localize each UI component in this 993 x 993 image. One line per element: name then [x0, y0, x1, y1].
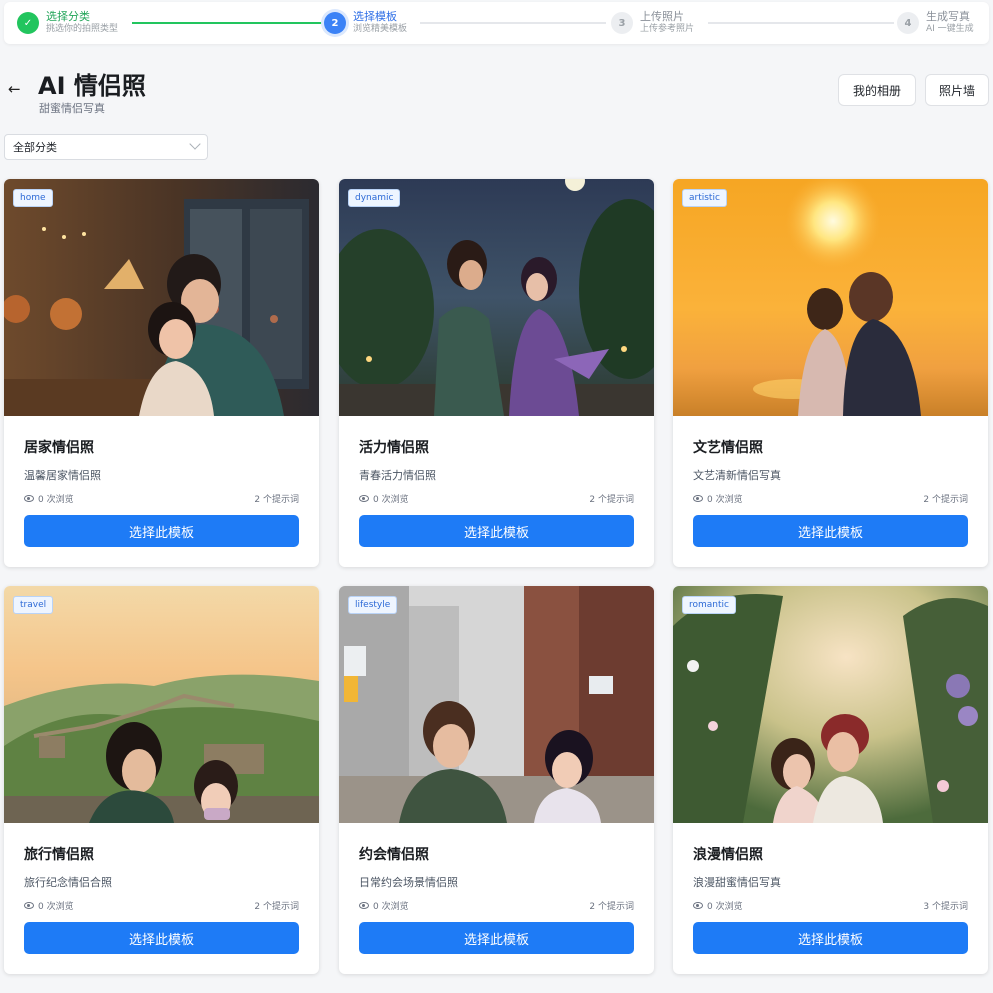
- template-card[interactable]: home 居家情侣照 温馨居家情侣照 0 次浏览 2 个提示词 选择此模板: [4, 179, 319, 567]
- step-number: 4: [897, 12, 919, 34]
- card-title: 居家情侣照: [24, 440, 94, 456]
- step-title: 选择模板: [353, 10, 397, 23]
- step-number: 2: [324, 12, 346, 34]
- select-template-button[interactable]: 选择此模板: [693, 922, 968, 954]
- category-tag: travel: [13, 596, 54, 614]
- view-count: 0 次浏览: [693, 492, 743, 505]
- eye-icon: [693, 902, 703, 909]
- card-description: 浪漫甜蜜情侣写真: [693, 876, 781, 889]
- view-count-text: 0 次浏览: [38, 495, 74, 505]
- my-album-button[interactable]: 我的相册: [838, 74, 916, 106]
- template-card[interactable]: travel 旅行情侣照 旅行纪念情侣合照 0 次浏览 2 个提示词 选择此模板: [4, 586, 319, 974]
- template-card[interactable]: dynamic 活力情侣照 青春活力情侣照 0 次浏览 2 个提示词 选择此模板: [339, 179, 654, 567]
- card-description: 旅行纪念情侣合照: [24, 876, 112, 889]
- view-count: 0 次浏览: [693, 899, 743, 912]
- photo-wall-button[interactable]: 照片墙: [925, 74, 989, 106]
- prompt-count: 2 个提示词: [589, 495, 634, 505]
- prompt-count: 2 个提示词: [589, 902, 634, 912]
- step-subtitle: 挑选你的拍照类型: [46, 24, 119, 34]
- step-subtitle: AI 一键生成: [926, 24, 974, 34]
- category-tag: romantic: [682, 596, 736, 614]
- category-tag: dynamic: [348, 189, 401, 207]
- step-generate[interactable]: 4 生成写真 AI 一键生成: [897, 11, 974, 35]
- template-card[interactable]: romantic 浪漫情侣照 浪漫甜蜜情侣写真 0 次浏览 3 个提示词 选择此…: [673, 586, 988, 974]
- view-count-text: 0 次浏览: [707, 495, 743, 505]
- prompt-count: 2 个提示词: [254, 495, 299, 505]
- check-icon: ✓: [17, 12, 39, 34]
- select-template-button[interactable]: 选择此模板: [359, 515, 634, 547]
- step-select-template[interactable]: 2 选择模板 浏览精美模板: [324, 11, 407, 35]
- select-template-button[interactable]: 选择此模板: [693, 515, 968, 547]
- prompt-count: 2 个提示词: [254, 902, 299, 912]
- card-description: 青春活力情侣照: [359, 469, 436, 482]
- step-connector: [420, 22, 606, 24]
- view-count-text: 0 次浏览: [707, 902, 743, 912]
- view-count-text: 0 次浏览: [373, 902, 409, 912]
- card-description: 文艺清新情侣写真: [693, 469, 781, 482]
- card-description: 温馨居家情侣照: [24, 469, 101, 482]
- prompt-count: 3 个提示词: [923, 902, 968, 912]
- category-select-value: 全部分类: [13, 141, 57, 154]
- step-subtitle: 浏览精美模板: [353, 24, 408, 34]
- template-image: home: [4, 179, 319, 416]
- template-card[interactable]: lifestyle 约会情侣照 日常约会场景情侣照 0 次浏览 2 个提示词 选…: [339, 586, 654, 974]
- chevron-down-icon: [189, 138, 201, 150]
- card-description: 日常约会场景情侣照: [359, 876, 458, 889]
- card-title: 活力情侣照: [359, 440, 429, 456]
- step-upload-photo[interactable]: 3 上传照片 上传参考照片: [611, 11, 694, 35]
- view-count: 0 次浏览: [24, 492, 74, 505]
- card-title: 约会情侣照: [359, 847, 429, 863]
- view-count: 0 次浏览: [24, 899, 74, 912]
- eye-icon: [359, 902, 369, 909]
- category-select[interactable]: 全部分类: [4, 134, 208, 160]
- step-title: 选择分类: [46, 10, 90, 23]
- eye-icon: [24, 495, 34, 502]
- eye-icon: [693, 495, 703, 502]
- select-template-button[interactable]: 选择此模板: [359, 922, 634, 954]
- step-number: 3: [611, 12, 633, 34]
- template-image: travel: [4, 586, 319, 823]
- step-title: 生成写真: [926, 10, 970, 23]
- eye-icon: [24, 902, 34, 909]
- card-title: 文艺情侣照: [693, 440, 763, 456]
- view-count-text: 0 次浏览: [373, 495, 409, 505]
- template-card[interactable]: artistic 文艺情侣照 文艺清新情侣写真 0 次浏览 2 个提示词 选择此…: [673, 179, 988, 567]
- template-image: dynamic: [339, 179, 654, 416]
- category-tag: home: [13, 189, 53, 207]
- category-tag: artistic: [682, 189, 727, 207]
- card-title: 浪漫情侣照: [693, 847, 763, 863]
- template-image: lifestyle: [339, 586, 654, 823]
- step-subtitle: 上传参考照片: [640, 24, 695, 34]
- step-connector: [132, 22, 322, 24]
- template-image: romantic: [673, 586, 988, 823]
- template-image: artistic: [673, 179, 988, 416]
- select-template-button[interactable]: 选择此模板: [24, 515, 299, 547]
- view-count: 0 次浏览: [359, 899, 409, 912]
- view-count-text: 0 次浏览: [38, 902, 74, 912]
- back-arrow-icon[interactable]: ←: [8, 80, 26, 98]
- page-subtitle: 甜蜜情侣写真: [39, 102, 105, 115]
- category-tag: lifestyle: [348, 596, 398, 614]
- progress-stepper: ✓ 选择分类 挑选你的拍照类型 2 选择模板 浏览精美模板 3 上传照片 上传参…: [4, 2, 989, 44]
- eye-icon: [359, 495, 369, 502]
- page-title: AI 情侣照: [38, 72, 146, 100]
- select-template-button[interactable]: 选择此模板: [24, 922, 299, 954]
- step-title: 上传照片: [640, 10, 684, 23]
- prompt-count: 2 个提示词: [923, 495, 968, 505]
- step-select-category[interactable]: ✓ 选择分类 挑选你的拍照类型: [17, 11, 118, 35]
- card-title: 旅行情侣照: [24, 847, 94, 863]
- step-connector: [708, 22, 894, 24]
- view-count: 0 次浏览: [359, 492, 409, 505]
